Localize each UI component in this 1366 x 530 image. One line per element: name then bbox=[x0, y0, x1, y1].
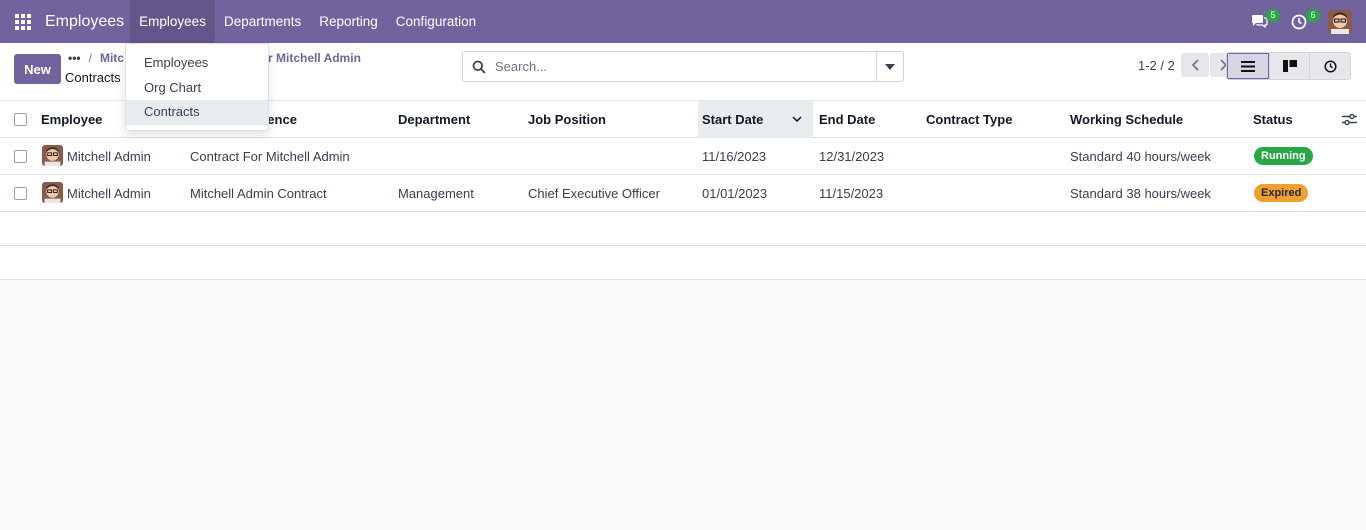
cell-reference: Mitchell Admin Contract bbox=[190, 186, 327, 201]
activity-view-button[interactable] bbox=[1309, 53, 1350, 79]
cell-department: Management bbox=[398, 186, 474, 201]
activities-clock-icon[interactable]: 6 bbox=[1288, 8, 1320, 33]
cell-start-date: 11/16/2023 bbox=[702, 149, 767, 164]
column-start-date[interactable]: Start Date bbox=[698, 101, 813, 138]
activities-count-badge: 6 bbox=[1306, 8, 1320, 22]
cell-end-date: 11/15/2023 bbox=[819, 186, 884, 201]
breadcrumb-separator: / bbox=[88, 51, 92, 65]
view-switcher bbox=[1226, 52, 1351, 80]
row-checkbox[interactable] bbox=[14, 150, 27, 163]
search-bar bbox=[462, 51, 904, 82]
clock-icon bbox=[1324, 59, 1337, 73]
column-employee[interactable]: Employee bbox=[41, 101, 102, 138]
dropdown-item-org-chart[interactable]: Org Chart bbox=[126, 76, 268, 101]
empty-row bbox=[0, 212, 1366, 246]
breadcrumb-more-icon[interactable]: ••• bbox=[68, 51, 81, 65]
column-job-position[interactable]: Job Position bbox=[528, 101, 606, 138]
column-working-schedule[interactable]: Working Schedule bbox=[1070, 101, 1183, 138]
pager-previous-button[interactable] bbox=[1181, 53, 1209, 77]
list-icon bbox=[1240, 60, 1255, 72]
column-start-date-label: Start Date bbox=[702, 112, 764, 127]
search-options-toggle[interactable] bbox=[876, 52, 903, 81]
status-badge: Expired bbox=[1254, 184, 1309, 202]
cell-end-date: 12/31/2023 bbox=[819, 149, 885, 164]
cell-employee: Mitchell Admin bbox=[67, 149, 151, 164]
breadcrumb-current: Contracts bbox=[65, 70, 121, 85]
cell-working-schedule: Standard 40 hours/week bbox=[1070, 149, 1211, 164]
breadcrumb: ••• / Mitc bbox=[68, 51, 124, 65]
employees-dropdown-menu: Employees Org Chart Contracts bbox=[125, 43, 269, 131]
breadcrumb-parent-link-tail[interactable]: r Mitchell Admin bbox=[268, 51, 361, 65]
search-icon bbox=[463, 60, 495, 74]
new-button[interactable]: New bbox=[14, 54, 61, 84]
top-navbar: Employees Employees Departments Reportin… bbox=[0, 0, 1366, 43]
search-input[interactable] bbox=[495, 52, 876, 81]
chevron-left-icon bbox=[1191, 59, 1199, 71]
column-contract-type[interactable]: Contract Type bbox=[926, 101, 1012, 138]
list-view-button[interactable] bbox=[1227, 53, 1269, 79]
apps-menu-icon[interactable] bbox=[0, 0, 45, 43]
select-all-checkbox[interactable] bbox=[14, 113, 27, 126]
app-name[interactable]: Employees bbox=[45, 13, 124, 31]
column-status[interactable]: Status bbox=[1253, 101, 1293, 138]
cell-employee: Mitchell Admin bbox=[67, 186, 151, 201]
menu-departments[interactable]: Departments bbox=[215, 0, 310, 43]
dropdown-item-employees[interactable]: Employees bbox=[126, 51, 268, 76]
cell-start-date: 01/01/2023 bbox=[702, 186, 768, 201]
kanban-icon bbox=[1282, 60, 1297, 72]
optional-columns-icon[interactable] bbox=[1342, 113, 1357, 129]
dropdown-item-contracts[interactable]: Contracts bbox=[126, 100, 268, 125]
cell-job-position: Chief Executive Officer bbox=[528, 186, 660, 201]
table-row[interactable]: Mitchell Admin Mitchell Admin Contract M… bbox=[0, 175, 1366, 212]
breadcrumb-parent-link[interactable]: Mitc bbox=[100, 51, 124, 65]
messages-count-badge: 5 bbox=[1266, 8, 1280, 22]
employee-avatar bbox=[42, 182, 63, 203]
empty-row bbox=[0, 246, 1366, 280]
kanban-view-button[interactable] bbox=[1268, 53, 1310, 79]
employee-avatar bbox=[42, 145, 63, 166]
menu-reporting[interactable]: Reporting bbox=[310, 0, 387, 43]
messages-icon[interactable]: 5 bbox=[1248, 8, 1280, 33]
user-avatar[interactable] bbox=[1328, 9, 1352, 34]
table-row[interactable]: Mitchell Admin Contract For Mitchell Adm… bbox=[0, 138, 1366, 175]
status-badge: Running bbox=[1254, 147, 1313, 165]
column-department[interactable]: Department bbox=[398, 101, 470, 138]
row-checkbox[interactable] bbox=[14, 187, 27, 200]
pager-value[interactable]: 1-2 / 2 bbox=[1138, 58, 1175, 73]
menu-configuration[interactable]: Configuration bbox=[387, 0, 485, 43]
menu-employees[interactable]: Employees bbox=[130, 0, 215, 43]
cell-reference: Contract For Mitchell Admin bbox=[190, 149, 350, 164]
column-end-date[interactable]: End Date bbox=[819, 101, 875, 138]
cell-working-schedule: Standard 38 hours/week bbox=[1070, 186, 1211, 201]
sort-descending-icon bbox=[792, 116, 802, 122]
